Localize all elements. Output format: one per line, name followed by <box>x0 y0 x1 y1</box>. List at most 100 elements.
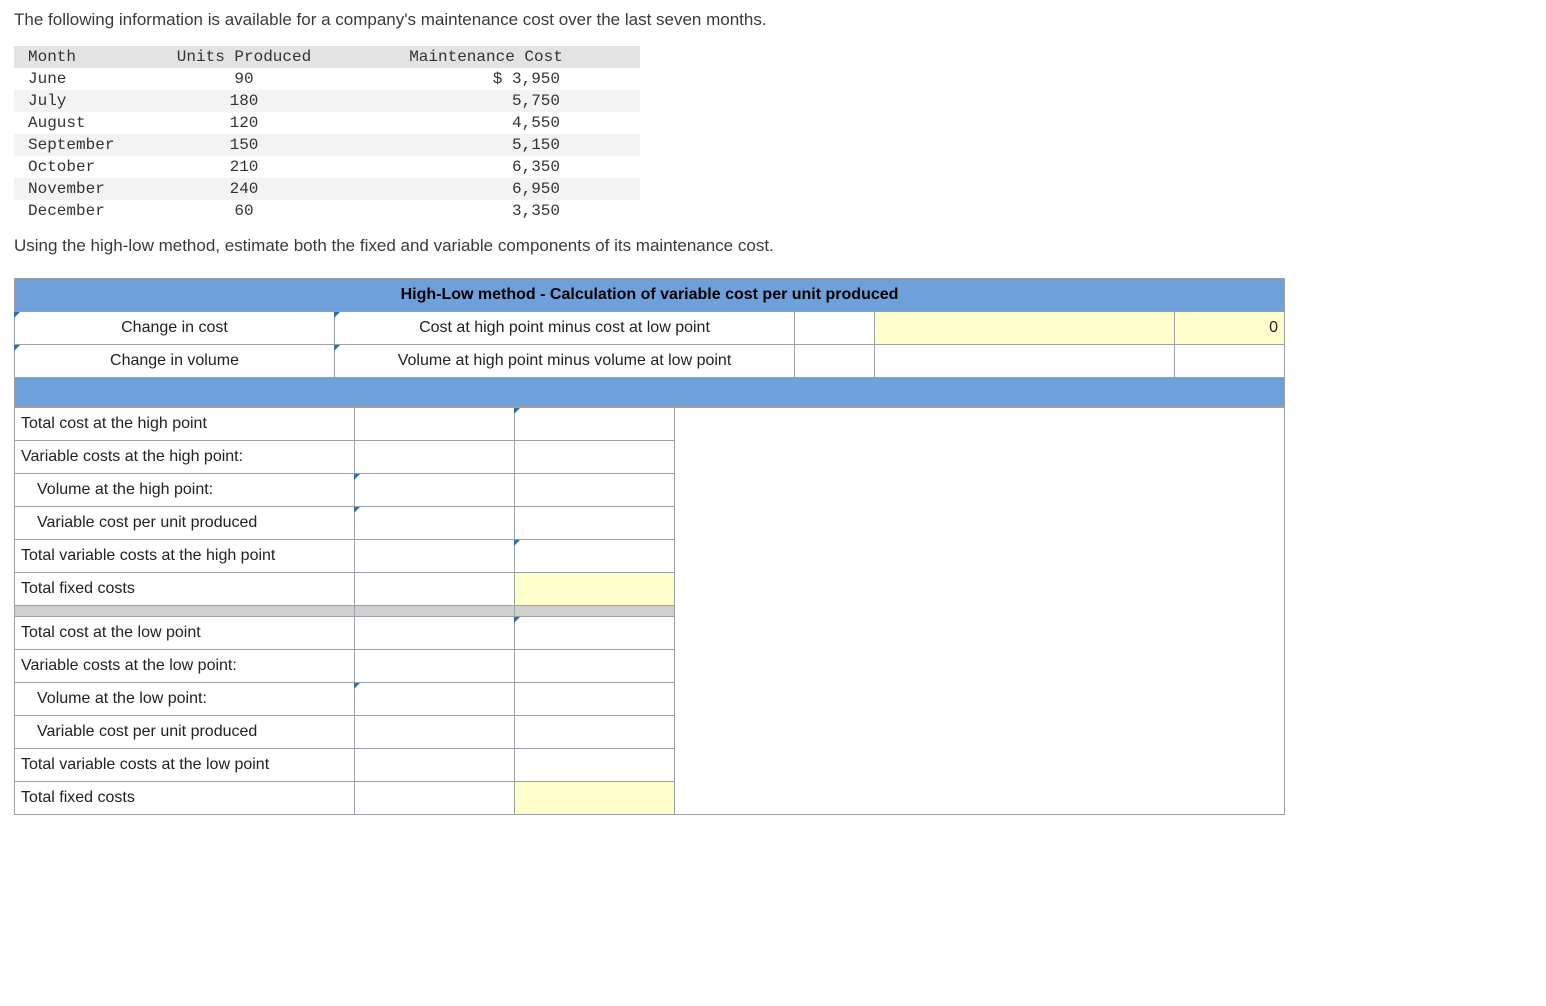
change-in-volume-input-a[interactable] <box>795 345 875 378</box>
high-varcost-header-blank2[interactable] <box>515 441 675 474</box>
low-totalvar-label: Total variable costs at the low point <box>15 749 355 782</box>
change-in-volume-result[interactable] <box>1175 345 1285 378</box>
high-volume-input[interactable] <box>355 474 515 507</box>
change-in-cost-desc: Cost at high point minus cost at low poi… <box>419 319 710 336</box>
cell-cost: 5,750 <box>332 90 640 112</box>
table-header-row: Month Units Produced Maintenance Cost <box>14 46 640 68</box>
ws2-spacer <box>675 408 1285 815</box>
triangle-icon <box>14 312 20 318</box>
high-total-cost-row: Total cost at the high point <box>15 408 1285 441</box>
high-volume-label: Volume at the high point: <box>15 474 355 507</box>
change-in-cost-label-cell[interactable]: Change in cost <box>15 312 335 345</box>
cell-units: 240 <box>156 178 332 200</box>
intro-text: The following information is available f… <box>14 10 1532 30</box>
table-row: June 90 $ 3,950 <box>14 68 640 90</box>
ws1-title-row: High-Low method - Calculation of variabl… <box>15 279 1285 312</box>
header-units: Units Produced <box>156 46 332 68</box>
maintenance-data-table: Month Units Produced Maintenance Cost Ju… <box>14 46 640 222</box>
low-varcost-header-blank1[interactable] <box>355 650 515 683</box>
change-in-cost-input-a[interactable] <box>795 312 875 345</box>
change-in-volume-label-cell[interactable]: Change in volume <box>15 345 335 378</box>
low-totalvar-input[interactable] <box>515 749 675 782</box>
change-in-volume-desc: Volume at high point minus volume at low… <box>398 352 732 369</box>
change-in-volume-input-b[interactable] <box>875 345 1175 378</box>
cell-units: 120 <box>156 112 332 134</box>
table-row: November 240 6,950 <box>14 178 640 200</box>
high-vcpu-blank[interactable] <box>515 507 675 540</box>
table-row: August 120 4,550 <box>14 112 640 134</box>
high-total-cost-input[interactable] <box>515 408 675 441</box>
change-in-cost-desc-cell[interactable]: Cost at high point minus cost at low poi… <box>335 312 795 345</box>
worksheet-fixed-costs: Total cost at the high point Variable co… <box>14 407 1285 815</box>
instruction-text: Using the high-low method, estimate both… <box>14 236 1532 256</box>
high-totalvar-blank[interactable] <box>355 540 515 573</box>
blue-band <box>15 378 1285 407</box>
header-month: Month <box>14 46 156 68</box>
table-row: December 60 3,350 <box>14 200 640 222</box>
triangle-icon <box>354 507 360 513</box>
ws1-row-change-volume: Change in volume Volume at high point mi… <box>15 345 1285 378</box>
triangle-icon <box>334 312 340 318</box>
high-volume-blank[interactable] <box>515 474 675 507</box>
low-volume-label: Volume at the low point: <box>15 683 355 716</box>
high-fixed-result[interactable] <box>515 573 675 606</box>
cell-month: August <box>14 112 156 134</box>
ws1-row-change-cost: Change in cost Cost at high point minus … <box>15 312 1285 345</box>
high-totalvar-label: Total variable costs at the high point <box>15 540 355 573</box>
ws1-title: High-Low method - Calculation of variabl… <box>15 279 1285 312</box>
cell-units: 150 <box>156 134 332 156</box>
header-cost: Maintenance Cost <box>332 46 640 68</box>
low-fixed-result[interactable] <box>515 782 675 815</box>
worksheet-variable-cost: High-Low method - Calculation of variabl… <box>14 278 1285 407</box>
low-total-cost-blank[interactable] <box>355 617 515 650</box>
low-volume-input[interactable] <box>355 683 515 716</box>
high-totalvar-input[interactable] <box>515 540 675 573</box>
change-in-cost-input-b[interactable] <box>875 312 1175 345</box>
cell-units: 60 <box>156 200 332 222</box>
cell-units: 90 <box>156 68 332 90</box>
cell-cost: 3,350 <box>332 200 640 222</box>
high-vcpu-label: Variable cost per unit produced <box>15 507 355 540</box>
low-varcost-header-blank2[interactable] <box>515 650 675 683</box>
cell-month: September <box>14 134 156 156</box>
change-in-cost-label: Change in cost <box>121 319 228 336</box>
change-in-cost-result[interactable]: 0 <box>1175 312 1285 345</box>
low-vcpu-label: Variable cost per unit produced <box>15 716 355 749</box>
high-varcost-header-blank1[interactable] <box>355 441 515 474</box>
cell-cost: 5,150 <box>332 134 640 156</box>
cell-cost: $ 3,950 <box>332 68 640 90</box>
cell-cost: 6,350 <box>332 156 640 178</box>
cell-month: October <box>14 156 156 178</box>
low-volume-blank[interactable] <box>515 683 675 716</box>
change-in-volume-label: Change in volume <box>110 352 239 369</box>
high-fixed-blank[interactable] <box>355 573 515 606</box>
low-vcpu-blank[interactable] <box>515 716 675 749</box>
triangle-icon <box>514 408 520 414</box>
low-fixed-blank[interactable] <box>355 782 515 815</box>
cell-cost: 6,950 <box>332 178 640 200</box>
low-varcost-header-label: Variable costs at the low point: <box>15 650 355 683</box>
table-row: October 210 6,350 <box>14 156 640 178</box>
triangle-icon <box>354 683 360 689</box>
high-total-cost-label: Total cost at the high point <box>15 408 355 441</box>
low-totalvar-blank[interactable] <box>355 749 515 782</box>
low-fixed-label: Total fixed costs <box>15 782 355 815</box>
triangle-icon <box>514 617 520 623</box>
cell-cost: 4,550 <box>332 112 640 134</box>
low-total-cost-input[interactable] <box>515 617 675 650</box>
triangle-icon <box>354 474 360 480</box>
table-row: July 180 5,750 <box>14 90 640 112</box>
high-vcpu-input[interactable] <box>355 507 515 540</box>
triangle-icon <box>514 540 520 546</box>
cell-units: 180 <box>156 90 332 112</box>
high-fixed-label: Total fixed costs <box>15 573 355 606</box>
low-total-cost-label: Total cost at the low point <box>15 617 355 650</box>
cell-month: December <box>14 200 156 222</box>
low-vcpu-input[interactable] <box>355 716 515 749</box>
cell-month: November <box>14 178 156 200</box>
high-total-cost-blank[interactable] <box>355 408 515 441</box>
cell-month: July <box>14 90 156 112</box>
table-row: September 150 5,150 <box>14 134 640 156</box>
change-in-volume-desc-cell[interactable]: Volume at high point minus volume at low… <box>335 345 795 378</box>
high-varcost-header-label: Variable costs at the high point: <box>15 441 355 474</box>
